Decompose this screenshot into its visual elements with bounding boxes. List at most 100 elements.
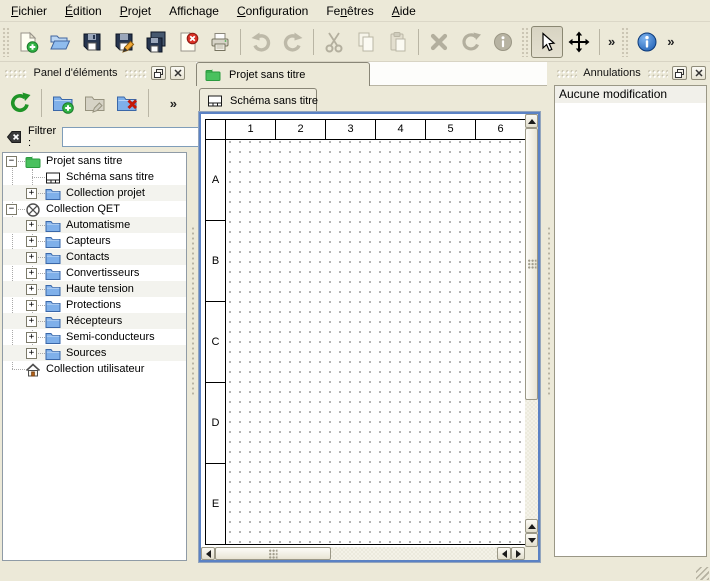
- menu-item-edition[interactable]: Édition: [56, 1, 111, 21]
- collapse-toggle[interactable]: −: [6, 204, 17, 215]
- tree-item-haute-tension[interactable]: +Haute tension: [3, 281, 186, 297]
- vertical-scroll-trough[interactable]: [525, 400, 538, 519]
- delete-category-button[interactable]: [111, 87, 143, 119]
- tree-item-protections[interactable]: +Protections: [3, 297, 186, 313]
- select-mode-button[interactable]: [531, 26, 563, 58]
- expand-toggle[interactable]: +: [26, 236, 37, 247]
- tree-item-schema-sans-titre[interactable]: Schéma sans titre: [3, 169, 186, 185]
- scroll-up-button[interactable]: [525, 114, 538, 128]
- tree-item-semi-conducteurs[interactable]: +Semi-conducteurs: [3, 329, 186, 345]
- scroll-left-button[interactable]: [201, 547, 215, 560]
- save-button[interactable]: [76, 26, 108, 58]
- expand-toggle[interactable]: +: [26, 332, 37, 343]
- qet-icon: [25, 202, 41, 218]
- toolbar-handle[interactable]: [2, 27, 10, 57]
- save-all-button[interactable]: [140, 26, 172, 58]
- dock-handle-texture[interactable]: [556, 69, 577, 78]
- scroll-down-button[interactable]: [525, 533, 538, 547]
- print-button[interactable]: [204, 26, 236, 58]
- panel-overflow-chevron-icon[interactable]: »: [166, 96, 185, 111]
- elements-panel-titlebar[interactable]: Panel d'éléments: [1, 64, 188, 82]
- menu-item-configuration[interactable]: Configuration: [228, 1, 317, 21]
- expand-toggle[interactable]: +: [26, 284, 37, 295]
- splitter-grip: [191, 226, 195, 396]
- clear-filter-icon[interactable]: [6, 129, 22, 145]
- scroll-left-button-alt[interactable]: [497, 547, 511, 560]
- dock-handle-texture[interactable]: [647, 69, 668, 78]
- filter-row: Filtrer :: [0, 124, 189, 150]
- float-panel-button[interactable]: [672, 66, 687, 80]
- diagram-column-header: 5: [426, 120, 476, 140]
- project-icon: [25, 154, 41, 170]
- copy-icon: [355, 31, 377, 53]
- menu-item-aide[interactable]: Aide: [383, 1, 425, 21]
- left-splitter[interactable]: [189, 62, 196, 560]
- expand-toggle[interactable]: +: [26, 220, 37, 231]
- scroll-right-button[interactable]: [511, 547, 525, 560]
- menu-item-projet[interactable]: Projet: [111, 1, 160, 21]
- diagram-view[interactable]: 123456 ABCDE: [199, 112, 540, 562]
- close-panel-button[interactable]: [691, 66, 706, 80]
- diagram-canvas[interactable]: 123456 ABCDE: [201, 114, 525, 547]
- tree-item-capteurs[interactable]: +Capteurs: [3, 233, 186, 249]
- toolbar-overflow-2-chevron-icon[interactable]: »: [663, 34, 678, 49]
- new-document-button[interactable]: [12, 26, 44, 58]
- undo-history-item[interactable]: Aucune modification: [555, 86, 706, 103]
- window-resize-grip[interactable]: [696, 567, 709, 580]
- open-document-button[interactable]: [44, 26, 76, 58]
- save-icon: [81, 31, 103, 53]
- diagram-column-header: 4: [376, 120, 426, 140]
- cut-button: [318, 26, 350, 58]
- tree-item-collection-qet[interactable]: −Collection QET: [3, 201, 186, 217]
- tree-item-collection-utilisateur[interactable]: Collection utilisateur: [3, 361, 186, 377]
- move-mode-button[interactable]: [563, 26, 595, 58]
- expand-toggle[interactable]: +: [26, 268, 37, 279]
- toolbar-handle[interactable]: [621, 27, 629, 57]
- expand-toggle[interactable]: +: [26, 252, 37, 263]
- menu-item-fenetres[interactable]: Fenêtres: [317, 1, 382, 21]
- expand-toggle[interactable]: +: [26, 316, 37, 327]
- folder-icon: [45, 314, 61, 330]
- folder-icon: [45, 330, 61, 346]
- tree-item-label: Convertisseurs: [66, 265, 139, 281]
- vertical-scrollbar[interactable]: [525, 114, 538, 547]
- close-file-button[interactable]: [172, 26, 204, 58]
- tree-item-collection-projet[interactable]: +Collection projet: [3, 185, 186, 201]
- horizontal-scroll-trough[interactable]: [331, 547, 497, 560]
- float-panel-button[interactable]: [151, 66, 166, 80]
- undo-panel-titlebar[interactable]: Annulations: [553, 64, 709, 82]
- tree-item-sources[interactable]: +Sources: [3, 345, 186, 361]
- tree-item-recepteurs[interactable]: +Récepteurs: [3, 313, 186, 329]
- menu-item-fichier[interactable]: Fichier: [2, 1, 56, 21]
- toolbar-overflow-1-chevron-icon[interactable]: »: [604, 34, 619, 49]
- move-icon: [568, 31, 590, 53]
- expand-toggle[interactable]: +: [26, 348, 37, 359]
- tab-schema-sans-titre[interactable]: Schéma sans titre: [199, 88, 317, 112]
- close-panel-button[interactable]: [170, 66, 185, 80]
- menu-item-affichage[interactable]: Affichage: [160, 1, 228, 21]
- dock-handle-texture[interactable]: [124, 69, 147, 78]
- new-category-button[interactable]: [47, 87, 79, 119]
- expand-toggle[interactable]: +: [26, 188, 37, 199]
- horizontal-scroll-thumb[interactable]: [215, 547, 331, 560]
- collapse-toggle[interactable]: −: [6, 156, 17, 167]
- tab-projet-sans-titre[interactable]: Projet sans titre: [196, 62, 370, 86]
- tree-item-contacts[interactable]: +Contacts: [3, 249, 186, 265]
- edit-category-button: [79, 87, 111, 119]
- tree-item-automatisme[interactable]: +Automatisme: [3, 217, 186, 233]
- scroll-up-button-alt[interactable]: [525, 519, 538, 533]
- vertical-scroll-thumb[interactable]: [525, 128, 538, 400]
- expand-toggle[interactable]: +: [26, 300, 37, 311]
- elements-tree: −Projet sans titreSchéma sans titre+Coll…: [2, 152, 187, 561]
- save-as-button[interactable]: [108, 26, 140, 58]
- tree-item-convertisseurs[interactable]: + Convertisseurs: [3, 265, 186, 281]
- tree-item-projet-sans-titre[interactable]: −Projet sans titre: [3, 153, 186, 169]
- toolbar-handle[interactable]: [521, 27, 529, 57]
- elements-panel-title: Panel d'éléments: [31, 67, 119, 79]
- toolbar-separator: [41, 89, 42, 117]
- horizontal-scrollbar[interactable]: [201, 547, 525, 560]
- triangle-down-icon: [528, 538, 536, 543]
- dock-handle-texture[interactable]: [4, 69, 27, 78]
- reload-collections-button[interactable]: [4, 87, 36, 119]
- about-button[interactable]: [631, 26, 663, 58]
